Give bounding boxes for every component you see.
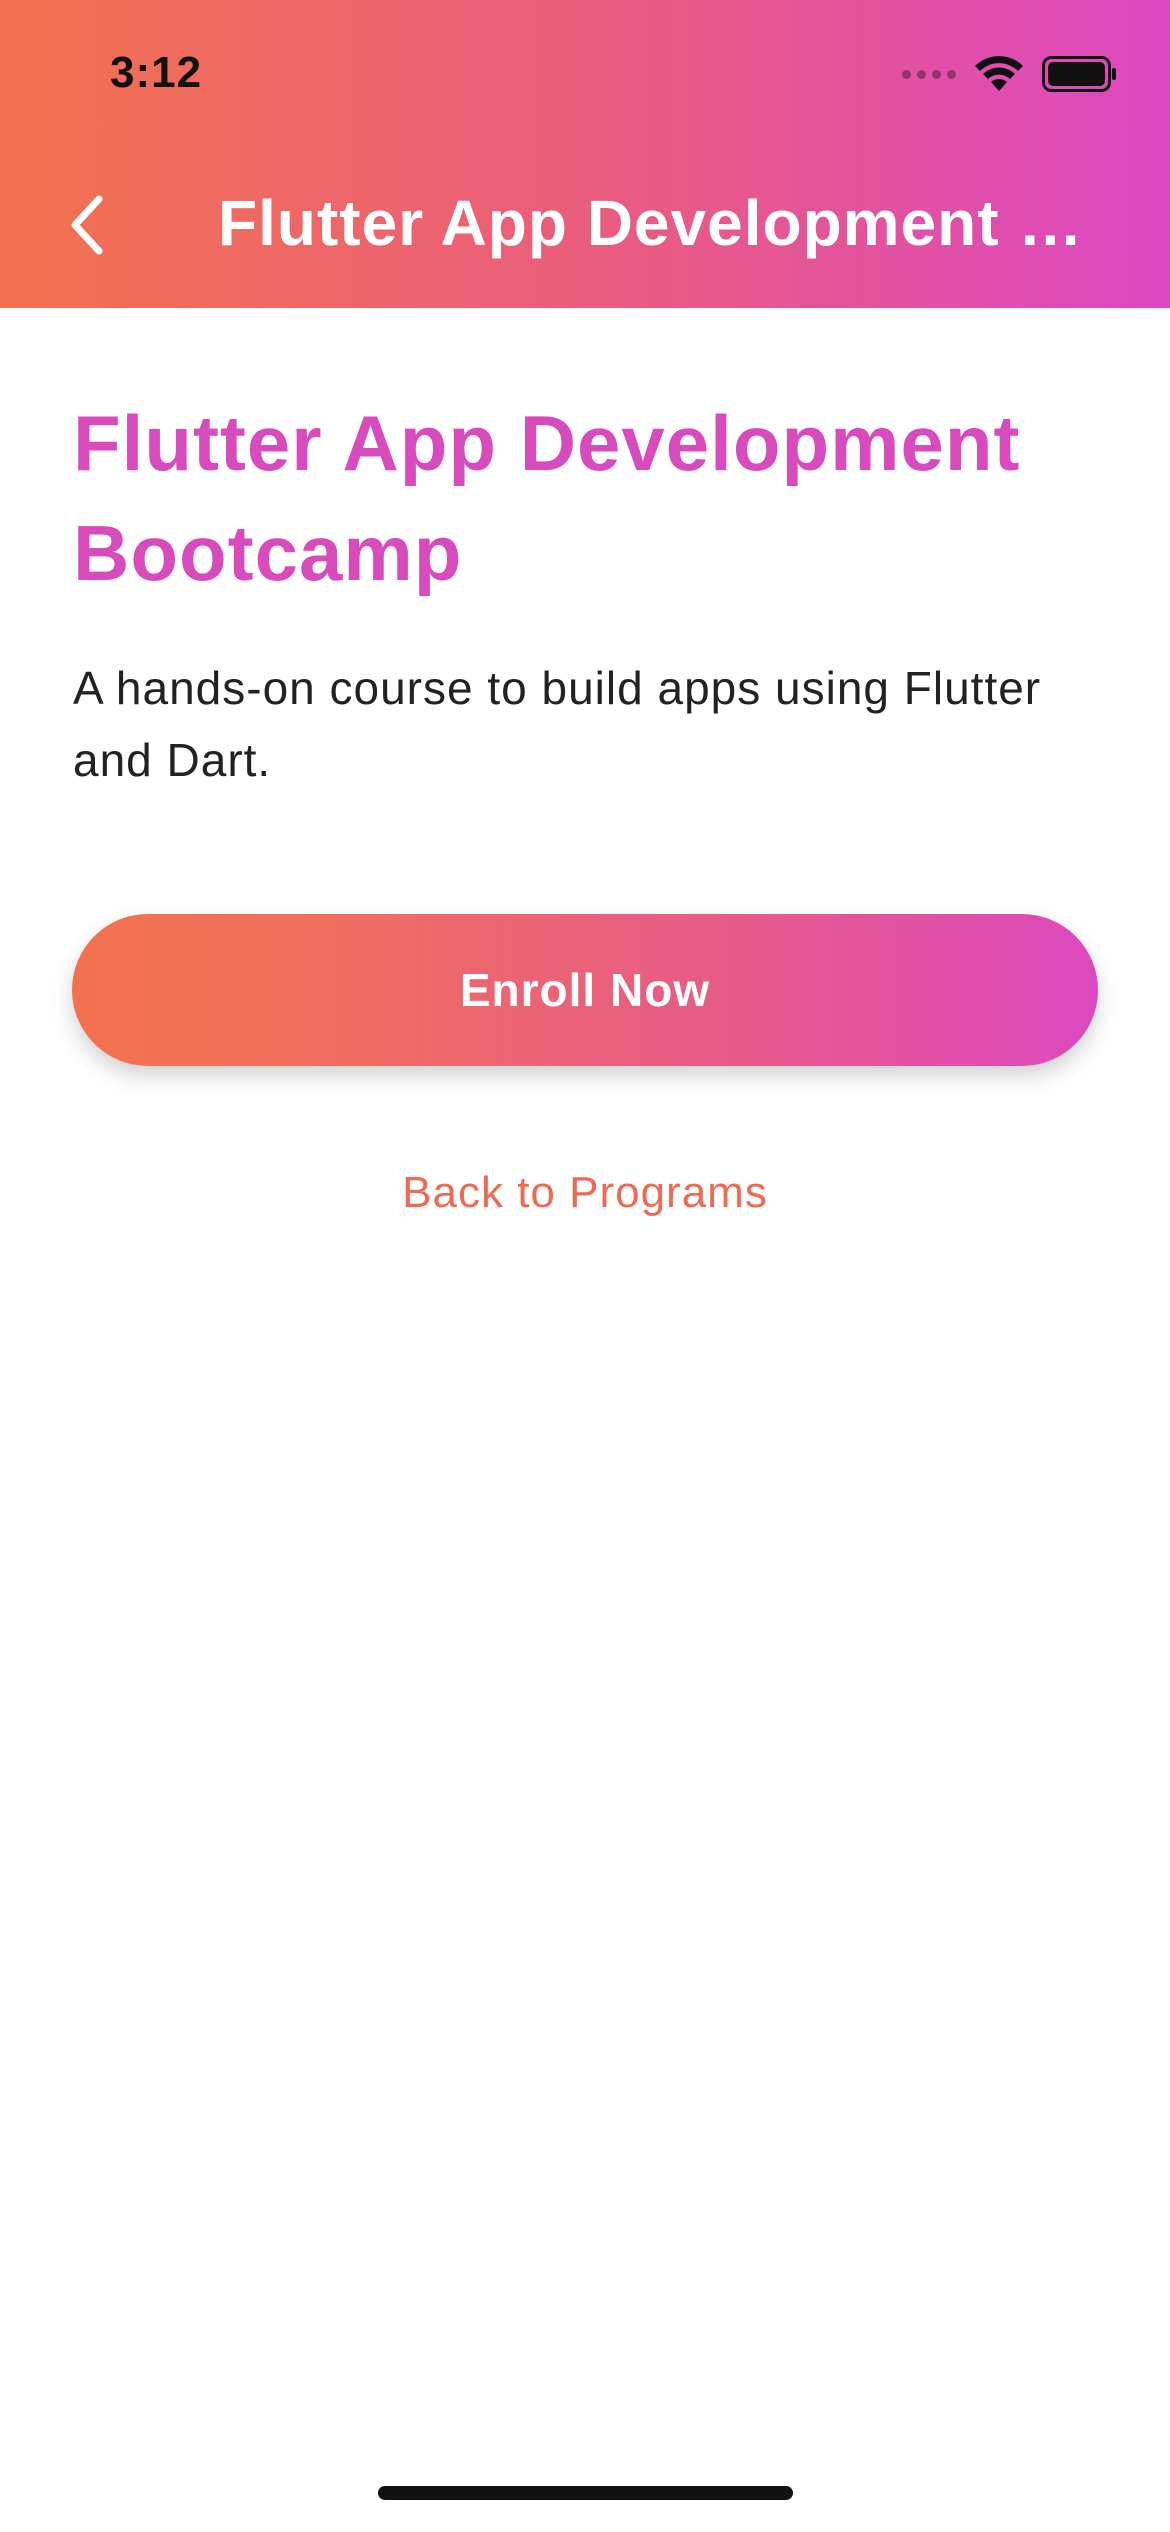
wifi-icon [975,56,1023,91]
cellular-signal-icon [902,69,956,79]
app-header: 3:12 Flutter App Development Bootcamp [0,0,1170,308]
course-description: A hands-on course to build apps using Fl… [73,662,1042,786]
chevron-left-icon [71,195,103,255]
screen: 3:12 Flutter App Development Bootcamp F [0,0,1170,2532]
app-bar-title: Flutter App Development Bootcamp [218,187,1118,259]
enroll-now-button[interactable]: Enroll Now [72,914,1098,1066]
status-icons [902,54,1118,94]
back-button[interactable] [52,180,122,270]
status-time: 3:12 [110,48,203,97]
battery-icon [1042,56,1116,92]
course-title: Flutter App Development Bootcamp [73,399,1021,597]
home-indicator[interactable] [378,2486,793,2500]
back-to-programs-link[interactable]: Back to Programs [0,1168,1170,1218]
